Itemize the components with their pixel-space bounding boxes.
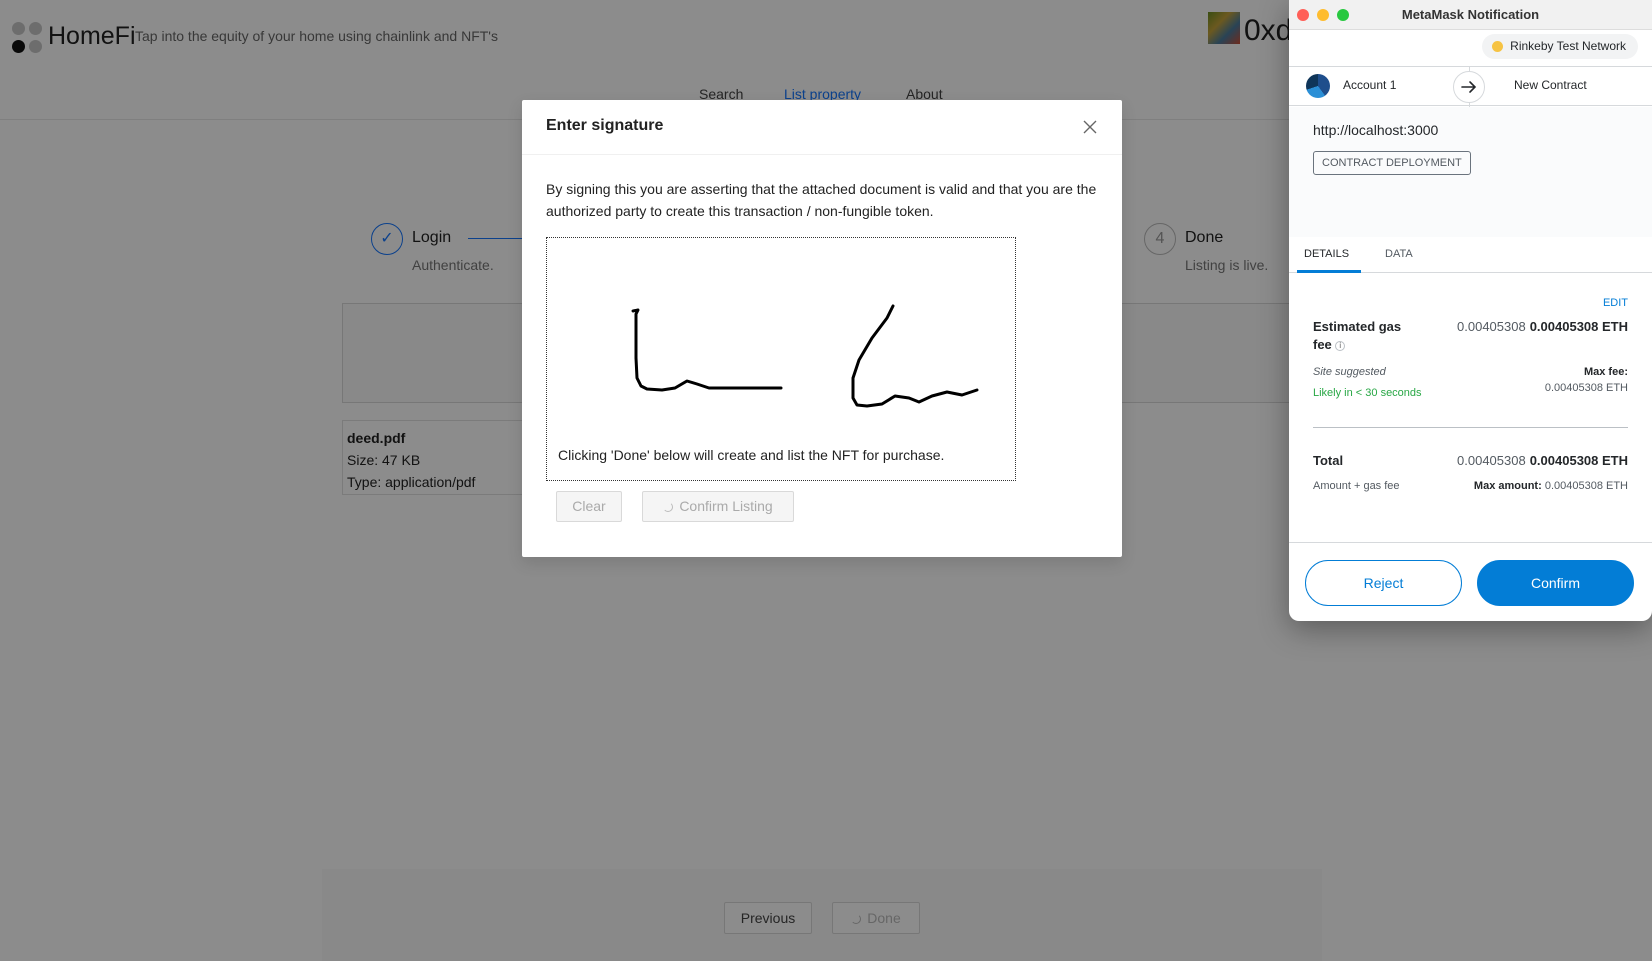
tab-data[interactable]: DATA: [1385, 248, 1413, 260]
likely-time: Likely in < 30 seconds: [1313, 387, 1422, 399]
account-transfer-row: Account 1 New Contract: [1289, 66, 1652, 107]
signature-caption: Clicking 'Done' below will create and li…: [558, 447, 945, 463]
metamask-titlebar: MetaMask Notification: [1289, 0, 1652, 30]
metamask-footer: Reject Confirm: [1289, 542, 1652, 621]
modal-header: Enter signature: [522, 100, 1122, 155]
total-label: Total: [1313, 453, 1344, 468]
recipient-name: New Contract: [1514, 78, 1587, 92]
network-name: Rinkeby Test Network: [1510, 39, 1626, 53]
gas-fee-eth: 0.00405308 ETH: [1529, 319, 1628, 334]
max-fee-label: Max fee:: [1583, 366, 1628, 378]
gas-fee-label: Estimated gas fee i: [1313, 318, 1401, 354]
signature-pad[interactable]: Clicking 'Done' below will create and li…: [546, 237, 1016, 481]
confirm-listing-button[interactable]: Confirm Listing: [642, 491, 794, 522]
account-avatar: [1306, 74, 1330, 98]
info-icon[interactable]: i: [1335, 341, 1346, 351]
gas-fee-fiat: 0.00405308: [1457, 319, 1526, 334]
signature-drawing: [631, 304, 979, 408]
gas-fee-label-line1: Estimated gas: [1313, 319, 1402, 334]
max-amount-label: Max amount:: [1473, 480, 1542, 492]
tab-details[interactable]: DETAILS: [1304, 248, 1349, 260]
modal-description: By signing this you are asserting that t…: [546, 181, 1097, 219]
loading-spinner-icon: [663, 502, 674, 512]
origin-url: http://localhost:3000: [1313, 122, 1439, 138]
modal-title: Enter signature: [546, 117, 664, 134]
gas-fee-label-line2: fee: [1313, 337, 1332, 352]
clear-button[interactable]: Clear: [556, 491, 622, 522]
site-suggested: Site suggested: [1313, 366, 1386, 378]
total-fiat: 0.00405308: [1457, 453, 1526, 468]
total-value: 0.00405308 0.00405308 ETH: [1457, 453, 1628, 468]
total-eth: 0.00405308 ETH: [1529, 453, 1628, 468]
origin-section: http://localhost:3000 CONTRACT DEPLOYMEN…: [1289, 107, 1652, 237]
reject-button[interactable]: Reject: [1305, 560, 1462, 606]
network-selector[interactable]: Rinkeby Test Network: [1482, 34, 1638, 59]
max-amount-value: 0.00405308 ETH: [1544, 480, 1628, 492]
signature-modal: Enter signature By signing this you are …: [522, 100, 1122, 557]
metamask-tabs: DETAILS DATA: [1289, 237, 1652, 273]
max-fee-value: 0.00405308 ETH: [1544, 382, 1628, 394]
edit-gas-link[interactable]: EDIT: [1603, 297, 1628, 309]
arrow-right-icon: [1453, 71, 1485, 103]
amount-gas-label: Amount + gas fee: [1313, 480, 1400, 492]
account-name: Account 1: [1343, 78, 1397, 92]
network-status-icon: [1492, 41, 1504, 52]
close-icon[interactable]: [1078, 115, 1102, 139]
confirm-button[interactable]: Confirm: [1477, 560, 1634, 606]
max-amount: Max amount: 0.00405308 ETH: [1474, 480, 1628, 492]
metamask-window: MetaMask Notification Rinkeby Test Netwo…: [1289, 0, 1652, 621]
confirm-listing-label: Confirm Listing: [679, 498, 773, 514]
metamask-window-title: MetaMask Notification: [1401, 7, 1540, 22]
gas-fee-value: 0.00405308 0.00405308 ETH: [1457, 319, 1628, 334]
transaction-type-badge: CONTRACT DEPLOYMENT: [1313, 151, 1471, 175]
